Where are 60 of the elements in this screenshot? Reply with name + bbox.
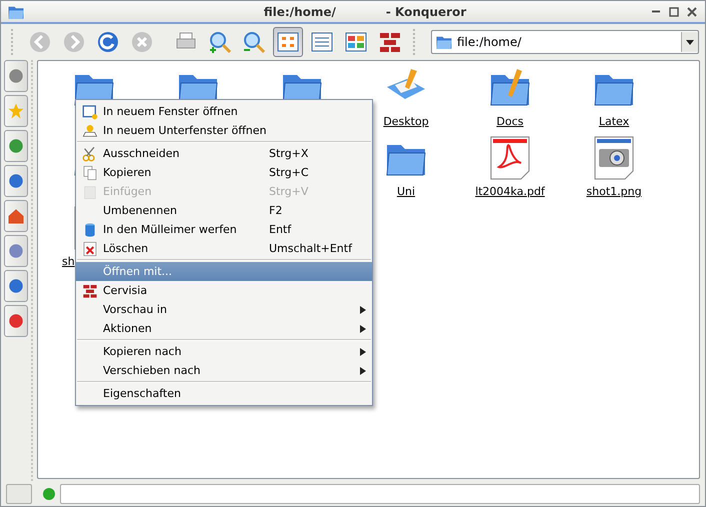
window-icon xyxy=(82,104,98,120)
sidebar-tab[interactable] xyxy=(4,305,28,337)
file-name[interactable]: Uni xyxy=(396,185,416,198)
sidebar-tab[interactable] xyxy=(4,130,28,162)
menu-item[interactable]: Verschieben nach xyxy=(76,361,372,380)
menu-item[interactable]: Löschen Umschalt+Entf xyxy=(76,239,372,258)
menu-item[interactable]: Aktionen xyxy=(76,319,372,338)
sidebar-tab[interactable] xyxy=(4,165,28,197)
file-name[interactable]: sh xyxy=(62,255,75,268)
menu-item[interactable]: Umbenennen F2 xyxy=(76,201,372,220)
submenu-arrow-icon xyxy=(360,324,366,332)
application-name: - Konqueror xyxy=(386,4,466,18)
menu-item[interactable]: Ausschneiden Strg+X xyxy=(76,144,372,163)
menu-item[interactable]: In neuem Fenster öffnen xyxy=(76,102,372,121)
dropdown-caret-icon xyxy=(686,40,694,44)
multi-column-view-icon xyxy=(344,30,368,54)
menu-item[interactable]: Cervisia xyxy=(76,281,372,300)
sidebar-tab[interactable] xyxy=(4,200,28,232)
submenu-arrow-icon xyxy=(360,306,366,314)
list-view-icon xyxy=(310,30,334,54)
file-name[interactable]: Docs xyxy=(496,115,524,128)
minimize-icon xyxy=(651,10,661,13)
menu-item[interactable]: In neuem Unterfenster öffnen xyxy=(76,121,372,140)
sidebar-tab[interactable] xyxy=(4,270,28,302)
stop-icon xyxy=(130,30,154,54)
paste-icon xyxy=(82,184,98,200)
zoom-in-icon xyxy=(208,30,232,54)
sidebar-tab[interactable] xyxy=(4,60,28,92)
scissors-icon xyxy=(82,146,98,162)
reload-icon xyxy=(96,30,120,54)
close-button[interactable] xyxy=(685,4,699,18)
location-field[interactable]: file:/home/ xyxy=(431,30,699,54)
submenu-arrow-icon xyxy=(360,366,366,374)
zoom-out-icon xyxy=(242,30,266,54)
brick-icon xyxy=(82,282,98,298)
icon-view-icon xyxy=(276,30,300,54)
copy-icon xyxy=(82,164,98,180)
sidebar-tab[interactable] xyxy=(4,235,28,267)
home-icon xyxy=(7,207,25,225)
maximize-button[interactable] xyxy=(667,4,681,18)
file-name[interactable]: shot1.png xyxy=(586,185,642,198)
maximize-icon xyxy=(669,6,679,16)
window-title: file:/home/ xyxy=(264,4,336,18)
close-icon xyxy=(687,6,697,16)
menu-item[interactable]: Vorschau in xyxy=(76,300,372,319)
menu-item[interactable]: Kopieren nach xyxy=(76,342,372,361)
submenu-arrow-icon xyxy=(360,348,366,356)
menu-item[interactable]: Eigenschaften xyxy=(76,384,372,403)
menu-item[interactable]: Kopieren Strg+C xyxy=(76,163,372,182)
sidebar-tab[interactable] xyxy=(4,95,28,127)
menu-item[interactable]: In den Mülleimer werfen Entf xyxy=(76,220,372,239)
file-name[interactable]: Desktop xyxy=(383,115,429,128)
file-name[interactable]: lt2004ka.pdf xyxy=(475,185,545,198)
tab-icon xyxy=(82,122,98,138)
status-button[interactable] xyxy=(6,484,32,504)
star-icon xyxy=(7,102,25,120)
file-name[interactable]: Latex xyxy=(598,115,630,128)
brick-icon xyxy=(378,30,402,54)
delete-icon xyxy=(82,240,98,256)
icon-view-button[interactable] xyxy=(273,27,303,57)
